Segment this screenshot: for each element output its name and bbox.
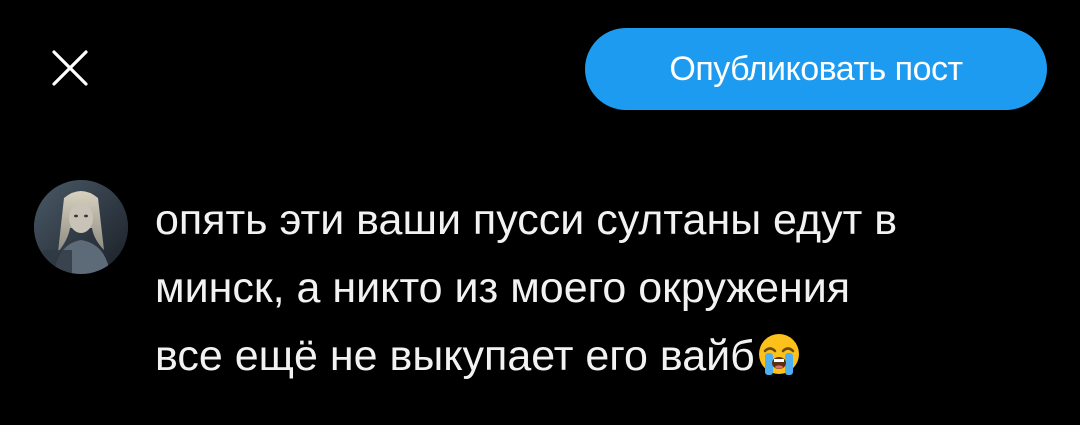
post-text-line-content: все ещё не выкупает его вайб [155, 332, 755, 380]
avatar[interactable] [34, 180, 128, 274]
close-icon [48, 46, 92, 90]
publish-post-button[interactable]: Опубликовать пост [585, 28, 1047, 110]
loudly-crying-face-icon [756, 330, 802, 376]
post-text-line-last: все ещё не выкупает его вайб [155, 322, 1055, 390]
post-text[interactable]: опять эти ваши пусси султаны едут в минс… [155, 186, 1055, 390]
post-text-line: минск, а никто из моего окружения [155, 264, 851, 312]
post-text-line: опять эти ваши пусси султаны едут в [155, 196, 898, 244]
close-button[interactable] [44, 42, 96, 94]
